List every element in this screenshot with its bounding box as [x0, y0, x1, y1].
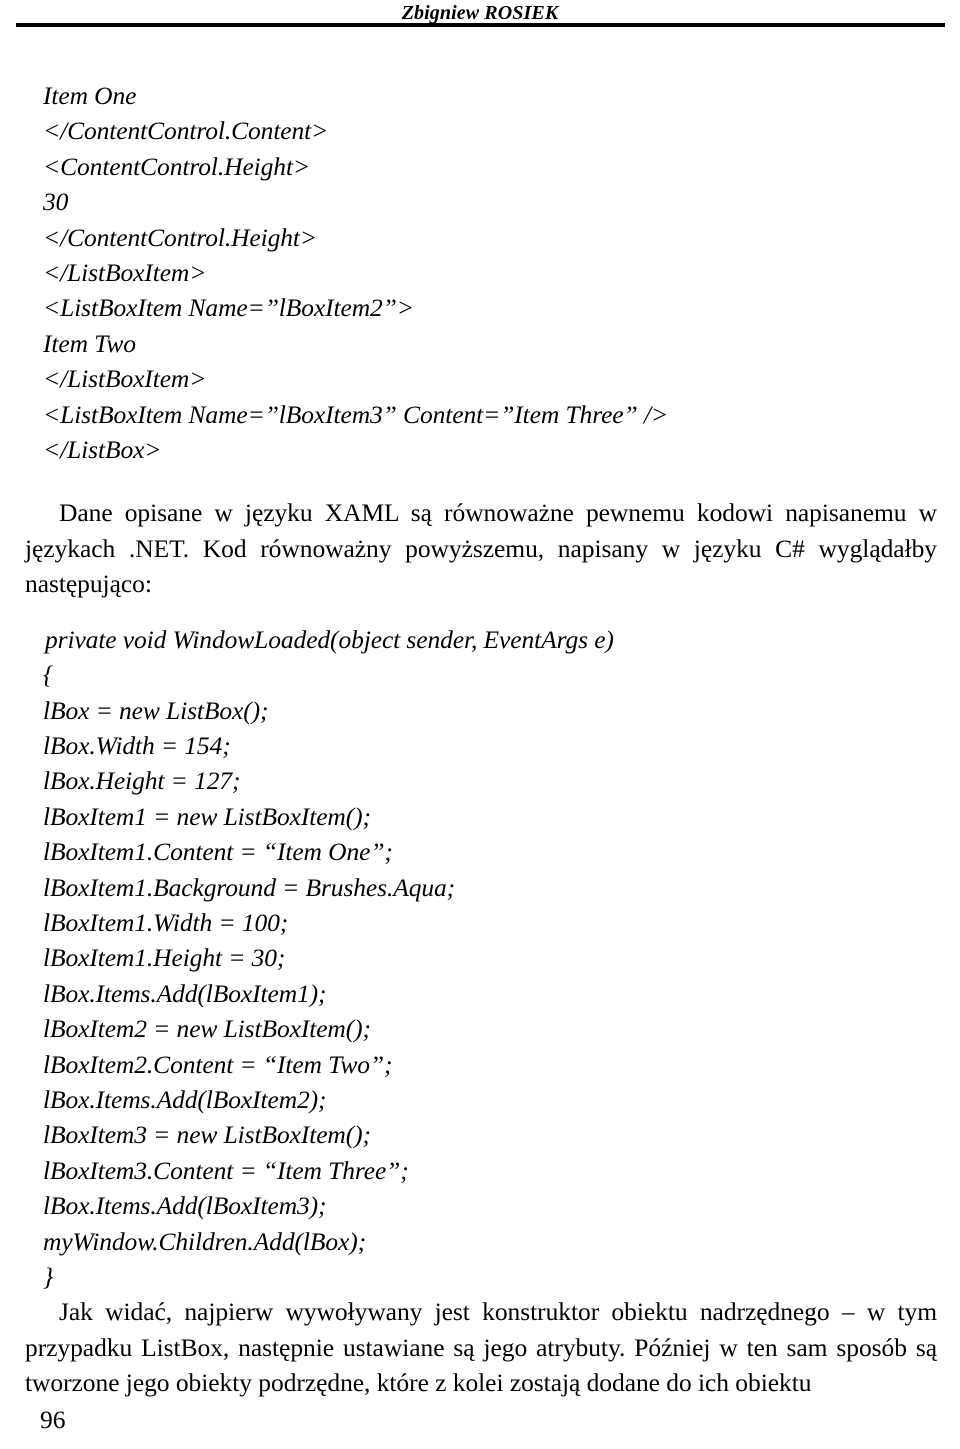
code-line: lBoxItem1 = new ListBoxItem(); — [43, 801, 371, 831]
code-line: lBoxItem2.Content = “Item Two”; — [43, 1049, 393, 1079]
code-line: <ContentControl.Height> — [43, 151, 311, 181]
header-rule-divider — [16, 23, 945, 27]
code-line: myWindow.Children.Add(lBox); — [43, 1226, 366, 1256]
running-head: Zbigniew ROSIEK — [0, 2, 960, 25]
code-line: </ListBox> — [43, 435, 162, 465]
code-line: <ListBoxItem Name=”lBoxItem2”> — [43, 293, 414, 323]
code-line: </ListBoxItem> — [43, 364, 207, 394]
code-line: lBox = new ListBox(); — [43, 695, 269, 725]
xaml-code-block: Item One </ContentControl.Content> <Conten… — [25, 78, 937, 467]
code-line: { — [43, 660, 54, 690]
code-line: </ContentControl.Content> — [43, 116, 329, 146]
paragraph-constructor-explanation: Jak widać, najpierw wywoływany jest kons… — [25, 1297, 937, 1398]
page-content: Item One </ContentControl.Content> <Conten… — [25, 78, 937, 1401]
code-line: lBoxItem2 = new ListBoxItem(); — [43, 1014, 371, 1044]
code-line: lBox.Items.Add(lBoxItem3); — [43, 1191, 327, 1221]
code-line: lBox.Width = 154; — [43, 730, 231, 760]
page-number: 96 — [40, 1405, 66, 1434]
document-page: Zbigniew ROSIEK Item One </ContentControl… — [0, 0, 960, 1449]
csharp-code-block: private void WindowLoaded(object sender,… — [25, 622, 937, 1295]
code-line: lBox.Items.Add(lBoxItem1); — [43, 978, 327, 1008]
code-line: Item One — [43, 81, 137, 110]
code-line: lBox.Items.Add(lBoxItem2); — [43, 1084, 327, 1114]
code-line: lBoxItem3.Content = “Item Three”; — [43, 1155, 409, 1185]
code-line: lBox.Height = 127; — [43, 766, 241, 796]
code-line: } — [43, 1262, 54, 1291]
code-line: </ListBoxItem> — [43, 258, 207, 288]
code-line: lBoxItem1.Background = Brushes.Aqua; — [43, 872, 456, 902]
code-line: </ContentControl.Height> — [43, 222, 318, 252]
paragraph-xaml-equivalence: Dane opisane w języku XAML są równoważne… — [25, 498, 937, 599]
code-line: lBoxItem1.Content = “Item One”; — [43, 837, 393, 867]
code-line: lBoxItem1.Width = 100; — [43, 907, 289, 937]
code-line: lBoxItem3 = new ListBoxItem(); — [43, 1120, 371, 1150]
code-line: private void WindowLoaded(object sender,… — [45, 624, 614, 654]
code-line: 30 — [43, 187, 69, 217]
code-line: Item Two — [43, 328, 136, 358]
code-line: <ListBoxItem Name=”lBoxItem3” Content=”I… — [43, 399, 668, 429]
running-head-text: Zbigniew ROSIEK — [401, 2, 559, 24]
code-line: lBoxItem1.Height = 30; — [43, 943, 286, 973]
